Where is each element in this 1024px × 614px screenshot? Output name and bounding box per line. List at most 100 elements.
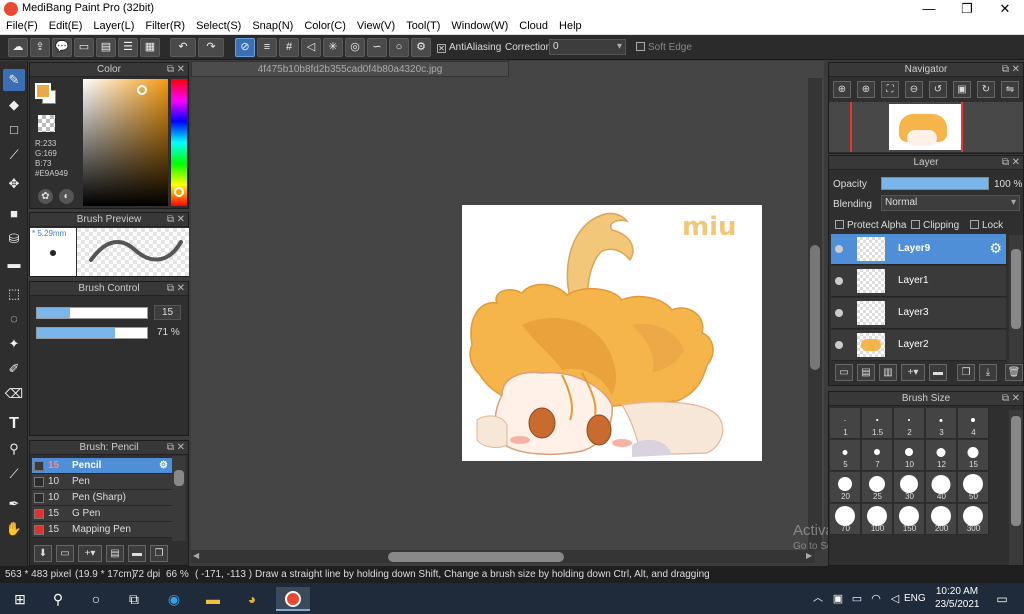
correction-select[interactable]: 0 ▾	[549, 39, 626, 55]
brush-size-scroll-thumb[interactable]	[1011, 416, 1021, 526]
radial-snap-icon[interactable]: ✳	[323, 38, 343, 57]
brush-item-g-pen[interactable]: 15 G Pen	[32, 506, 172, 522]
comment-icon[interactable]: 💬	[52, 38, 72, 57]
add-brush-icon[interactable]: +▾	[78, 545, 102, 562]
brush-item-pen-sharp[interactable]: 10 Pen (Sharp)	[32, 490, 172, 506]
hand-tool-icon[interactable]: ✋	[3, 518, 25, 540]
brush-size-option[interactable]: 4	[958, 408, 989, 439]
close-icon[interactable]: ✕	[1012, 63, 1020, 77]
fit-window-icon[interactable]: ⛶	[881, 81, 899, 98]
popout-icon[interactable]: ⧉	[1002, 156, 1009, 170]
notification-icon[interactable]: ▭	[990, 587, 1014, 611]
eyedropper-tool-icon[interactable]: ✒	[3, 493, 25, 515]
menu-snap[interactable]: Snap(N)	[246, 18, 298, 32]
new-layer-icon[interactable]: ▭	[835, 364, 853, 381]
color-history-icon[interactable]: ◐	[59, 189, 74, 204]
close-icon[interactable]: ✕	[1012, 156, 1020, 170]
popout-icon[interactable]: ⧉	[167, 63, 174, 77]
add-layer-menu-icon[interactable]: +▾	[901, 364, 925, 381]
maximize-button[interactable]: ❐	[948, 0, 986, 18]
select-eraser-tool-icon[interactable]: ⌫	[3, 383, 25, 405]
popout-icon[interactable]: ⧉	[167, 213, 174, 227]
brush-size-option[interactable]: 7	[862, 440, 893, 471]
clock[interactable]: 10:20 AM 23/5/2021	[935, 586, 980, 610]
layer-item-layer1[interactable]: Layer1	[831, 266, 1006, 297]
brush-size-option[interactable]: 1.5	[862, 408, 893, 439]
snap-off-icon[interactable]: ⊘	[235, 38, 255, 57]
dot-tool-icon[interactable]: ⟋	[3, 144, 25, 166]
parallel-snap-icon[interactable]: ≡	[257, 38, 277, 57]
menu-filter[interactable]: Filter(R)	[139, 18, 190, 32]
zoom-in-icon[interactable]: ⊕	[833, 81, 851, 98]
fill-rect-tool-icon[interactable]: ■	[3, 203, 25, 225]
layer-list-scroll-thumb[interactable]	[1011, 249, 1021, 329]
redo-icon[interactable]: ↷	[198, 38, 224, 57]
palette-icon[interactable]: ✿	[38, 189, 53, 204]
transparent-swatch[interactable]	[38, 115, 55, 132]
brush-size-option[interactable]: 300	[958, 504, 989, 535]
language-indicator[interactable]: ENG	[904, 593, 926, 604]
duplicate-layer-icon[interactable]: ❐	[957, 364, 975, 381]
layer-item-layer3[interactable]: Layer3	[831, 298, 1006, 329]
share-icon[interactable]: ⇪	[30, 38, 50, 57]
duplicate-icon[interactable]: ❐	[150, 545, 168, 562]
canvas-vertical-scroll-thumb[interactable]	[810, 245, 820, 370]
eraser-tool-icon[interactable]: ◆	[3, 94, 25, 116]
close-icon[interactable]: ✕	[177, 441, 185, 455]
brush-size-option[interactable]: 40	[926, 472, 957, 503]
brush-size-option[interactable]: 12	[926, 440, 957, 471]
popout-icon[interactable]: ⧉	[1002, 63, 1009, 77]
protect-alpha-checkbox[interactable]: Protect Alpha	[835, 220, 906, 231]
brush-list-scroll-thumb[interactable]	[174, 470, 184, 486]
menu-tool[interactable]: Tool(T)	[400, 18, 445, 32]
close-icon[interactable]: ✕	[177, 213, 185, 227]
cloud-download-icon[interactable]: ⬇	[34, 545, 52, 562]
popout-icon[interactable]: ⧉	[167, 282, 174, 296]
brush-size-option[interactable]: 15	[958, 440, 989, 471]
zoom-in-alt-icon[interactable]: ⊕	[857, 81, 875, 98]
brush-size-option[interactable]: 200	[926, 504, 957, 535]
brush-opacity-slider[interactable]	[36, 327, 148, 339]
menu-file[interactable]: File(F)	[0, 18, 43, 32]
color-picker-handle[interactable]	[137, 85, 147, 95]
actual-size-icon[interactable]: ▣	[953, 81, 971, 98]
divide-tool-icon[interactable]: ⟋	[3, 463, 25, 485]
gear-icon[interactable]: ⚙	[159, 458, 168, 474]
clipping-checkbox[interactable]: Clipping	[911, 220, 959, 231]
circle-snap-icon[interactable]: ○	[389, 38, 409, 57]
brush-item-pencil[interactable]: 15 Pencil ⚙	[32, 458, 172, 474]
text-tool-icon[interactable]: T	[3, 413, 25, 435]
edge-icon[interactable]: ◉	[162, 587, 186, 611]
cloud-icon[interactable]: ☁	[8, 38, 28, 57]
brush-size-option[interactable]: 70	[830, 504, 861, 535]
new-halftone-layer-icon[interactable]: ▥	[879, 364, 897, 381]
pages-icon[interactable]: ☰	[118, 38, 138, 57]
layer-list-scrollbar[interactable]	[1009, 235, 1023, 363]
move-tool-icon[interactable]: ✥	[3, 173, 25, 195]
eye-icon[interactable]	[835, 341, 843, 349]
brush-list-scrollbar[interactable]	[172, 456, 186, 541]
brush-item-pen[interactable]: 10 Pen	[32, 474, 172, 490]
close-icon[interactable]: ✕	[177, 282, 185, 296]
brush-size-option[interactable]: 5	[830, 440, 861, 471]
brush-size-slider[interactable]	[36, 307, 148, 319]
select-pen-tool-icon[interactable]: ✐	[3, 358, 25, 380]
brush-tool-icon[interactable]: ✎	[3, 69, 25, 91]
popout-icon[interactable]: ⧉	[1002, 392, 1009, 406]
windows-start-icon[interactable]: ⊞	[8, 587, 32, 611]
select-tool-icon[interactable]: ⬚	[3, 283, 25, 305]
layer-folder-icon[interactable]: ▬	[929, 364, 947, 381]
cortana-icon[interactable]: ○	[84, 587, 108, 611]
reorder-icon[interactable]: ▦	[140, 38, 160, 57]
close-icon[interactable]: ✕	[177, 63, 185, 77]
file-explorer-icon[interactable]: ▬	[201, 587, 225, 611]
grid-snap-icon[interactable]: #	[279, 38, 299, 57]
merge-down-icon[interactable]: ⤓	[979, 364, 997, 381]
brush-size-option[interactable]: 20	[830, 472, 861, 503]
flip-icon[interactable]: ⇋	[1001, 81, 1019, 98]
minimize-button[interactable]: —	[910, 0, 948, 18]
menu-color[interactable]: Color(C)	[298, 18, 351, 32]
brush-size-option[interactable]: 30	[894, 472, 925, 503]
gradient-tool-icon[interactable]: ▬	[3, 253, 25, 275]
canvas-horizontal-scroll-thumb[interactable]	[388, 552, 564, 562]
